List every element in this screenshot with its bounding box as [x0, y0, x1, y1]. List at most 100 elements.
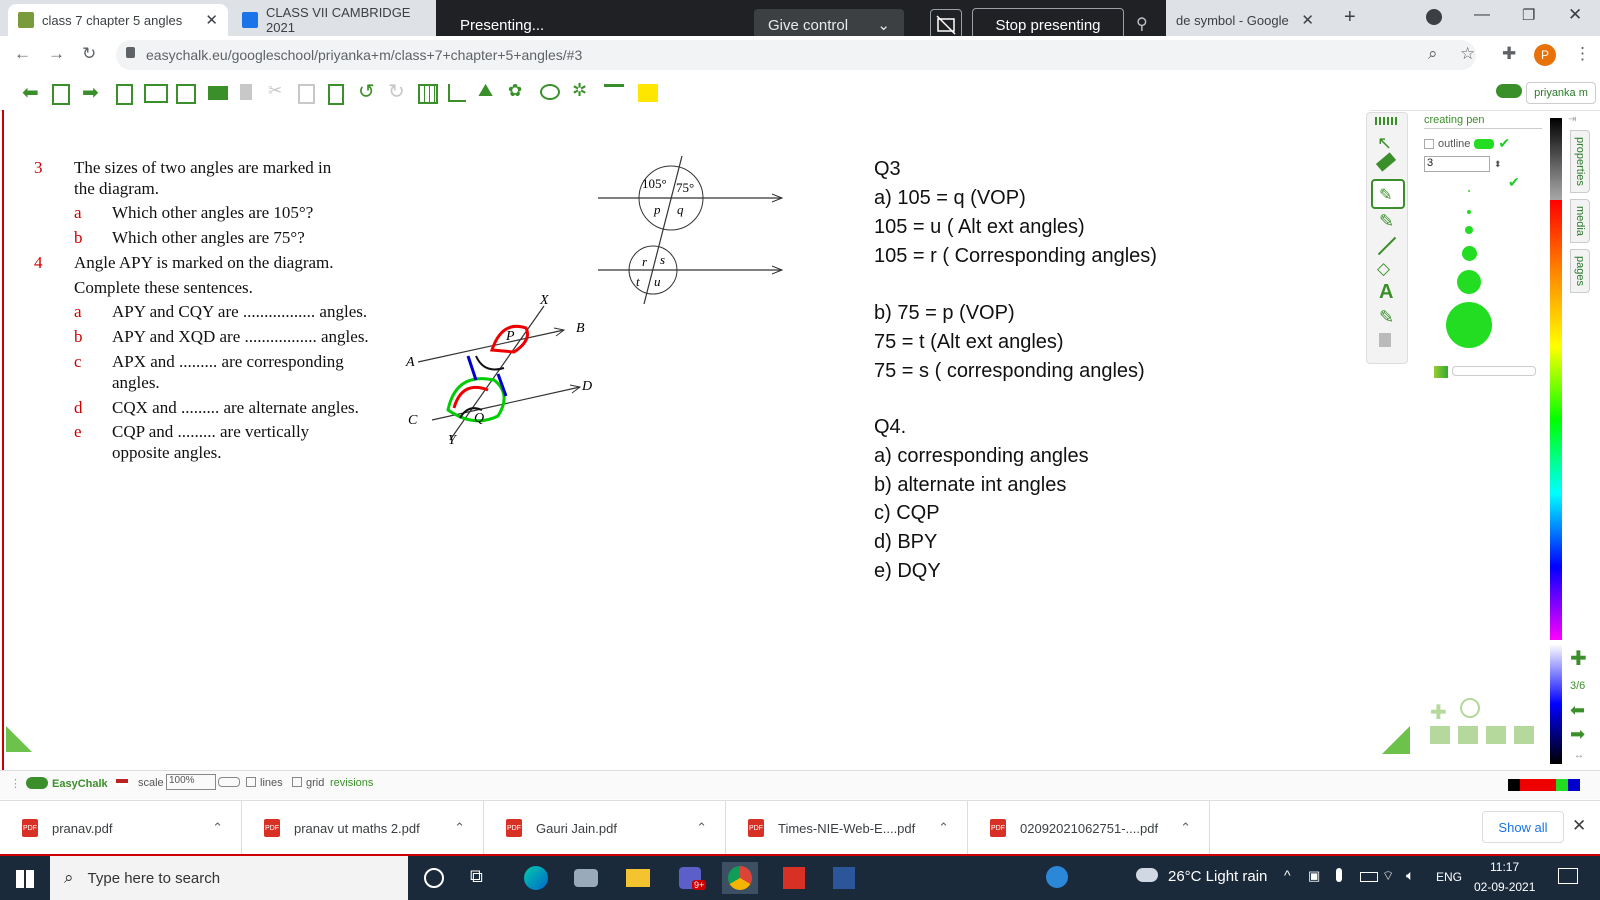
layers-icons[interactable]: [1430, 726, 1536, 744]
close-tab-icon[interactable]: ✕: [205, 11, 218, 29]
outline-checkbox[interactable]: [1424, 138, 1434, 149]
size-dot[interactable]: [1446, 302, 1492, 348]
help-icon[interactable]: [1046, 866, 1068, 888]
language-indicator[interactable]: ENG: [1436, 870, 1462, 884]
cortana-icon[interactable]: [424, 868, 444, 888]
print-icon[interactable]: [208, 86, 228, 100]
comment-icon[interactable]: [540, 84, 560, 100]
weather-text[interactable]: 26°C Light rain: [1168, 868, 1267, 885]
color-swatch-red[interactable]: [1532, 779, 1544, 791]
download-item[interactable]: PDF pranav.pdf ⌃: [0, 801, 242, 855]
save-icon[interactable]: [176, 84, 196, 104]
extensions-icon[interactable]: ✚: [1502, 44, 1516, 64]
new-tab-button[interactable]: +: [1344, 6, 1356, 29]
color-swatch-red[interactable]: [1520, 779, 1532, 791]
pen-size-input[interactable]: 3: [1424, 156, 1490, 172]
notifications-icon[interactable]: [1558, 868, 1578, 884]
color-spectrum-strip[interactable]: [1550, 200, 1562, 640]
redo-icon[interactable]: ↻: [388, 79, 408, 103]
prev-page-icon[interactable]: ⬅: [22, 80, 42, 104]
chevron-up-icon[interactable]: ⌃: [454, 820, 465, 836]
microphone-icon[interactable]: [1336, 868, 1342, 882]
page-corner-left-icon[interactable]: [6, 726, 34, 754]
user-chip[interactable]: priyanka m: [1526, 82, 1596, 104]
reload-icon[interactable]: ↻: [82, 44, 96, 64]
back-icon[interactable]: ←: [14, 44, 31, 64]
meet-now-icon[interactable]: ▣: [1308, 868, 1320, 884]
download-item[interactable]: PDF 02092021062751-....pdf ⌃: [968, 801, 1210, 855]
forward-icon[interactable]: →: [48, 44, 65, 64]
outline-color-swatch[interactable]: [1474, 138, 1495, 149]
chart-icon[interactable]: [448, 84, 466, 102]
windows-start-icon[interactable]: [16, 870, 34, 888]
graph-icon[interactable]: ⛰: [478, 80, 498, 100]
tab-media[interactable]: media: [1570, 198, 1590, 243]
download-item[interactable]: PDF Times-NIE-Web-E....pdf ⌃: [726, 801, 968, 855]
info-icon[interactable]: [1460, 698, 1480, 718]
page-corner-right-icon[interactable]: [1382, 726, 1410, 754]
wifi-icon[interactable]: ⌔: [1382, 868, 1394, 884]
lines-checkbox[interactable]: [246, 777, 256, 787]
size-dot[interactable]: [1462, 246, 1477, 261]
task-view-icon[interactable]: ⧉: [470, 866, 483, 887]
collapse-icon[interactable]: ⇥: [1568, 114, 1576, 125]
expand-icon[interactable]: ↔: [1574, 750, 1584, 761]
chevron-up-icon[interactable]: ⌃: [696, 820, 707, 836]
presentation-icon[interactable]: [604, 84, 624, 101]
flag-icon[interactable]: [116, 779, 128, 787]
tools-icon[interactable]: ✲: [572, 80, 592, 100]
edge-icon[interactable]: [518, 862, 554, 894]
eraser-icon[interactable]: [1375, 152, 1397, 172]
pin-icon[interactable]: ⚲: [1136, 14, 1148, 34]
paste-icon[interactable]: [328, 84, 344, 105]
blue-shade-strip[interactable]: [1550, 644, 1562, 764]
color-swatch-red[interactable]: [1544, 779, 1556, 791]
acrobat-icon[interactable]: [776, 862, 812, 894]
table-icon[interactable]: [418, 84, 438, 104]
battery-icon[interactable]: [1360, 872, 1378, 882]
tab-search-icon[interactable]: [1426, 9, 1442, 25]
grid-checkbox[interactable]: [292, 777, 302, 787]
text-tool-icon[interactable]: A: [1379, 281, 1393, 304]
grayscale-palette[interactable]: [1520, 120, 1530, 754]
chevron-up-icon[interactable]: ^: [1284, 867, 1291, 883]
stepper-icon[interactable]: ⬍: [1494, 159, 1502, 170]
prev-page-arrow-icon[interactable]: ⬅: [1570, 700, 1585, 721]
page-icon[interactable]: [52, 84, 70, 105]
color-swatch-green[interactable]: [1556, 779, 1568, 791]
shape-tool-icon[interactable]: ◇: [1377, 259, 1390, 279]
tab-properties[interactable]: properties: [1570, 130, 1590, 193]
shapes-icon[interactable]: ✿: [508, 81, 528, 101]
color-swatch-black[interactable]: [1508, 779, 1520, 791]
whiteboard-canvas[interactable]: 3 The sizes of two angles are marked in …: [2, 110, 1410, 770]
delete-icon[interactable]: [240, 84, 252, 100]
formula-pen-icon[interactable]: ✎: [1379, 307, 1394, 328]
address-bar[interactable]: easychalk.eu/googleschool/priyanka+m/cla…: [116, 40, 1476, 70]
trash-icon[interactable]: [1379, 333, 1391, 347]
next-page-arrow-icon[interactable]: ➡: [1570, 724, 1585, 745]
clock-time[interactable]: 11:17: [1490, 860, 1519, 874]
line-tool-icon[interactable]: [1377, 236, 1397, 256]
new-document-icon[interactable]: [116, 84, 133, 105]
size-dot[interactable]: [1457, 270, 1481, 294]
resize-grip-icon[interactable]: ⋮: [10, 777, 21, 790]
toggle-switch[interactable]: [218, 777, 240, 787]
tab-class7-angles[interactable]: class 7 chapter 5 angles ✕: [8, 4, 228, 36]
close-window-icon[interactable]: ✕: [1568, 5, 1582, 25]
open-folder-icon[interactable]: [144, 84, 168, 103]
show-all-button[interactable]: Show all: [1482, 811, 1564, 843]
scale-select[interactable]: 100%: [166, 774, 216, 790]
revisions-link[interactable]: revisions: [330, 777, 373, 789]
camera-icon[interactable]: [568, 862, 604, 894]
restore-icon[interactable]: ❐: [1522, 6, 1535, 24]
highlighter-icon[interactable]: ✎: [1379, 211, 1394, 232]
profile-avatar[interactable]: P: [1534, 44, 1556, 66]
close-downloads-icon[interactable]: ✕: [1572, 816, 1586, 836]
volume-icon[interactable]: 🔈︎: [1406, 867, 1414, 884]
add-page-icon[interactable]: ✚: [1570, 646, 1587, 671]
add-layer-icon[interactable]: ✚: [1430, 700, 1447, 725]
teams-icon[interactable]: 9+: [672, 862, 708, 894]
file-explorer-icon[interactable]: [620, 862, 656, 894]
download-item[interactable]: PDF pranav ut maths 2.pdf ⌃: [242, 801, 484, 855]
clock-date[interactable]: 02-09-2021: [1474, 880, 1535, 894]
